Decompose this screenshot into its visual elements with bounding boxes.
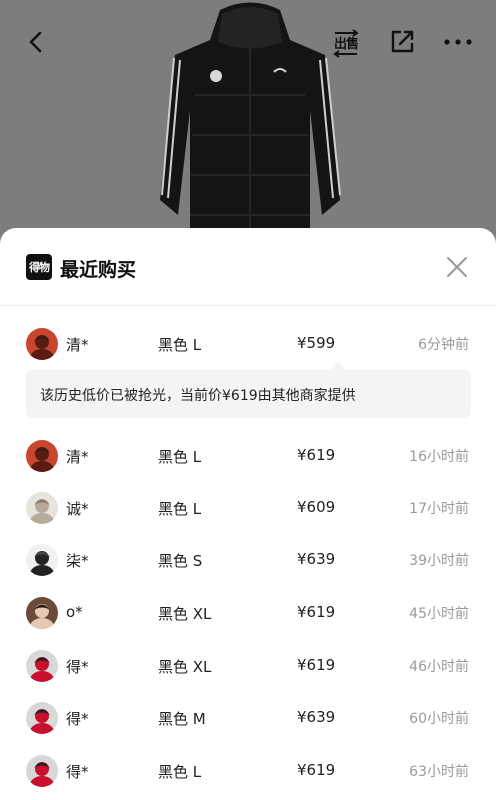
purchase-row: 清* 黑色 L ¥619 16小时前 — [0, 430, 496, 482]
price-label: ¥619 — [297, 603, 336, 621]
chevron-left-icon — [29, 31, 42, 53]
price-label: ¥619 — [297, 761, 336, 779]
purchase-row: 得* 黑色 M ¥639 60小时前 — [0, 692, 496, 744]
sku-label: 黑色 S — [158, 552, 203, 570]
buyer-name: 清* — [66, 336, 89, 354]
sku-label: 黑色 L — [158, 763, 202, 781]
sku-label: 黑色 L — [158, 500, 202, 518]
time-label: 6分钟前 — [418, 337, 469, 353]
buyer-name: 得* — [66, 658, 89, 676]
more-button[interactable] — [440, 24, 476, 60]
price-label: ¥639 — [297, 550, 336, 568]
price-label: ¥619 — [297, 446, 336, 464]
more-icon — [444, 39, 472, 45]
buyer-name: 柒* — [66, 552, 89, 570]
notice-text: 该历史低价已被抢光，当前价¥619由其他商家提供 — [40, 388, 356, 404]
time-label: 39小时前 — [409, 553, 469, 569]
purchase-row: o* 黑色 XL ¥619 45小时前 — [0, 587, 496, 639]
avatar — [26, 650, 58, 682]
product-image-area: 出售 — [0, 0, 496, 250]
price-notice: 该历史低价已被抢光，当前价¥619由其他商家提供 — [26, 362, 471, 418]
avatar — [26, 492, 58, 524]
avatar — [26, 702, 58, 734]
share-icon — [391, 30, 414, 53]
price-label: ¥639 — [297, 708, 336, 726]
buyer-name: o* — [66, 603, 83, 621]
time-label: 17小时前 — [409, 501, 469, 517]
dewu-logo-icon: 得物 — [26, 254, 52, 280]
buyer-name: 得* — [66, 763, 89, 781]
top-nav-bar: 出售 — [0, 0, 496, 80]
buyer-name: 诚* — [66, 500, 89, 518]
purchase-row: 得* 黑色 L ¥619 63小时前 — [0, 745, 496, 797]
sku-label: 黑色 XL — [158, 658, 212, 676]
notice-pointer — [330, 362, 346, 370]
avatar — [26, 597, 58, 629]
price-label: ¥599 — [297, 334, 336, 352]
price-label: ¥619 — [297, 656, 336, 674]
share-button[interactable] — [384, 24, 420, 60]
close-icon[interactable] — [444, 254, 470, 280]
avatar — [26, 440, 58, 472]
sheet-title: 最近购买 — [60, 259, 137, 281]
avatar — [26, 544, 58, 576]
purchase-row: 清* 黑色 L ¥599 6分钟前 — [0, 318, 496, 370]
sheet-header: 得物 最近购买 — [0, 228, 496, 306]
time-label: 16小时前 — [409, 449, 469, 465]
time-label: 60小时前 — [409, 711, 469, 727]
sku-label: 黑色 XL — [158, 605, 212, 623]
time-label: 45小时前 — [409, 606, 469, 622]
avatar — [26, 755, 58, 787]
buyer-name: 清* — [66, 448, 89, 466]
purchase-row: 柒* 黑色 S ¥639 39小时前 — [0, 534, 496, 586]
avatar — [26, 328, 58, 360]
sell-button[interactable]: 出售 — [327, 24, 363, 60]
buyer-name: 得* — [66, 710, 89, 728]
purchase-row: 得* 黑色 XL ¥619 46小时前 — [0, 640, 496, 692]
time-label: 63小时前 — [409, 764, 469, 780]
sell-label: 出售 — [334, 37, 359, 52]
time-label: 46小时前 — [409, 659, 469, 675]
sell-icon: 出售 — [331, 28, 359, 58]
sku-label: 黑色 L — [158, 336, 202, 354]
sku-label: 黑色 L — [158, 448, 202, 466]
purchase-row: 诚* 黑色 L ¥609 17小时前 — [0, 482, 496, 534]
sku-label: 黑色 M — [158, 710, 206, 728]
back-button[interactable] — [18, 24, 54, 60]
price-label: ¥609 — [297, 498, 336, 516]
